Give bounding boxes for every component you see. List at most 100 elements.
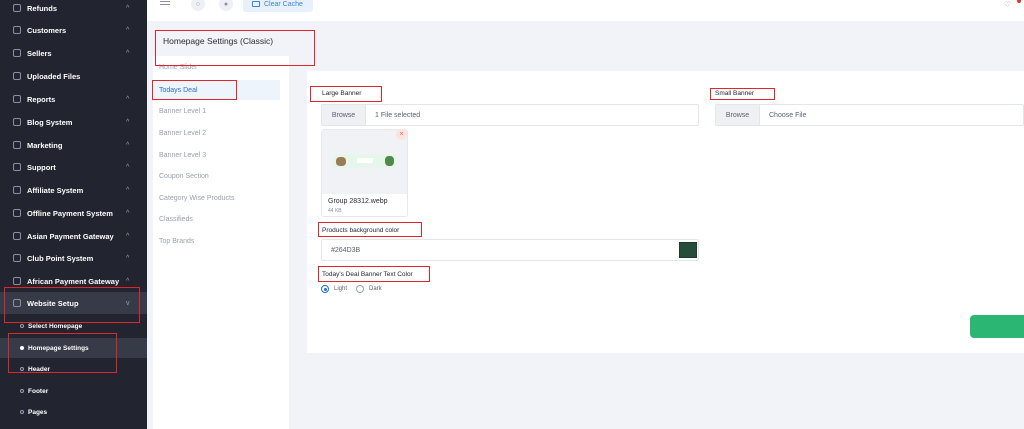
- marketing-icon: [13, 141, 21, 149]
- chevron-up-icon: ^: [126, 4, 130, 12]
- file-size: 44 KB: [328, 208, 342, 214]
- chevron-up-icon: ^: [126, 26, 130, 34]
- sidebar-item-label: Affiliate System: [27, 185, 84, 195]
- sellers-icon: [13, 49, 21, 57]
- radio-label: Dark: [369, 286, 382, 292]
- products-bg-color-input[interactable]: #264D3B: [321, 239, 699, 261]
- radio-dark[interactable]: Dark: [356, 285, 382, 293]
- sidebar-item-marketing[interactable]: Marketing ^: [0, 134, 147, 156]
- settings-tab-top-brands[interactable]: Top Brands: [159, 238, 194, 245]
- file-name: Group 28312.webp: [328, 198, 388, 205]
- settings-tab-coupon-section[interactable]: Coupon Section: [159, 173, 209, 180]
- sidebar-item-label: Sellers: [27, 48, 52, 58]
- payment-icon: [13, 277, 21, 285]
- sidebar-item-label: African Payment Gateway: [27, 276, 120, 286]
- large-banner-file-value: 1 File selected: [375, 111, 421, 119]
- sidebar-item-label: Asian Payment Gateway: [27, 231, 114, 241]
- settings-tab-banner-level-1[interactable]: Banner Level 1: [159, 108, 206, 115]
- sidebar-subitem-footer[interactable]: Footer: [0, 381, 147, 401]
- top-bar: ○ ● Clear Cache ♡: [147, 0, 1024, 21]
- annotation-box: [710, 88, 775, 100]
- cache-icon: [252, 1, 260, 7]
- annotation-box: [310, 86, 382, 102]
- sidebar-item-support[interactable]: Support ^: [0, 156, 147, 178]
- sidebar-item-refunds[interactable]: Refunds ^: [0, 0, 147, 19]
- small-banner-file-input[interactable]: Browse Choose File: [715, 104, 1024, 126]
- sidebar-item-uploaded-files[interactable]: Uploaded Files: [0, 65, 147, 87]
- color-value: #264D3B: [331, 247, 361, 254]
- clear-cache-button[interactable]: Clear Cache: [243, 0, 313, 12]
- sidebar-subitem-pages[interactable]: Pages: [0, 402, 147, 422]
- sidebar-subitem-label: Select Homepage: [28, 322, 83, 330]
- annotation-box: [318, 266, 430, 282]
- sidebar-item-label: Club Point System: [27, 253, 94, 263]
- bell-icon[interactable]: ♡: [1004, 0, 1011, 9]
- radio-button[interactable]: [321, 285, 329, 293]
- settings-tab-banner-level-2[interactable]: Banner Level 2: [159, 130, 206, 137]
- sidebar-item-customers[interactable]: Customers ^: [0, 19, 147, 41]
- sidebar-subitem-label: Footer: [28, 387, 49, 395]
- chevron-up-icon: ^: [126, 186, 130, 194]
- chevron-up-icon: ^: [126, 277, 130, 285]
- clear-cache-label: Clear Cache: [264, 0, 303, 8]
- chevron-up-icon: ^: [126, 95, 130, 103]
- annotation-box: [8, 333, 117, 373]
- save-button[interactable]: [970, 315, 1024, 338]
- banner-artwork: [333, 154, 396, 168]
- annotation-box: [4, 287, 140, 323]
- sidebar-item-offline-payment-system[interactable]: Offline Payment System ^: [0, 202, 147, 224]
- chevron-up-icon: ^: [126, 254, 130, 262]
- sidebar-item-label: Offline Payment System: [27, 208, 113, 218]
- sidebar-item-label: Customers: [27, 25, 67, 35]
- sidebar-item-label: Refunds: [27, 3, 57, 13]
- radio-light[interactable]: Light: [321, 285, 347, 293]
- blog-icon: [13, 118, 21, 126]
- customers-icon: [13, 26, 21, 34]
- settings-tab-classifieds[interactable]: Classifieds: [159, 216, 193, 223]
- sidebar-item-label: Reports: [27, 94, 56, 104]
- chevron-up-icon: ^: [126, 163, 130, 171]
- sidebar-item-label: Blog System: [27, 117, 73, 127]
- chevron-up-icon: ^: [126, 118, 130, 126]
- large-banner-browse-button[interactable]: Browse: [322, 105, 366, 125]
- annotation-box: [318, 222, 422, 237]
- large-banner-file-input[interactable]: Browse 1 File selected: [321, 104, 699, 126]
- sidebar-item-reports[interactable]: Reports ^: [0, 88, 147, 110]
- settings-tab-banner-level-3[interactable]: Banner Level 3: [159, 152, 206, 159]
- banner-thumbnail-image: [322, 130, 407, 194]
- annotation-box: [155, 30, 315, 66]
- radio-button[interactable]: [356, 285, 364, 293]
- bullet-icon: [20, 389, 24, 393]
- chevron-up-icon: ^: [126, 209, 130, 217]
- large-banner-preview: × Group 28312.webp 44 KB: [321, 129, 408, 217]
- user-icon[interactable]: ●: [219, 0, 233, 11]
- color-swatch[interactable]: [679, 242, 697, 258]
- file-icon: [13, 72, 21, 80]
- settings-tab-category-wise-products[interactable]: Category Wise Products: [159, 195, 234, 202]
- sidebar-item-club-point-system[interactable]: Club Point System ^: [0, 247, 147, 269]
- chevron-up-icon: ^: [126, 232, 130, 240]
- sidebar-item-asian-payment-gateway[interactable]: Asian Payment Gateway ^: [0, 225, 147, 247]
- annotation-box: [152, 80, 237, 100]
- affiliate-icon: [13, 186, 21, 194]
- chevron-up-icon: ^: [126, 49, 130, 57]
- club-point-icon: [13, 254, 21, 262]
- sidebar-item-label: Uploaded Files: [27, 71, 81, 81]
- bullet-icon: [20, 410, 24, 414]
- support-icon: [13, 163, 21, 171]
- chevron-up-icon: ^: [126, 141, 130, 149]
- sidebar-item-sellers[interactable]: Sellers ^: [0, 42, 147, 64]
- sidebar-item-label: Support: [27, 162, 56, 172]
- notification-badge: [1017, 0, 1021, 3]
- sidebar-item-label: Marketing: [27, 140, 63, 150]
- remove-file-icon[interactable]: ×: [396, 129, 407, 140]
- small-banner-file-placeholder: Choose File: [769, 111, 807, 119]
- payment-icon: [13, 209, 21, 217]
- menu-toggle-icon[interactable]: [160, 1, 170, 9]
- sidebar-item-affiliate-system[interactable]: Affiliate System ^: [0, 179, 147, 201]
- small-banner-browse-button[interactable]: Browse: [716, 105, 760, 125]
- sidebar-item-blog-system[interactable]: Blog System ^: [0, 111, 147, 133]
- globe-icon[interactable]: ○: [191, 0, 205, 11]
- payment-icon: [13, 232, 21, 240]
- reports-icon: [13, 95, 21, 103]
